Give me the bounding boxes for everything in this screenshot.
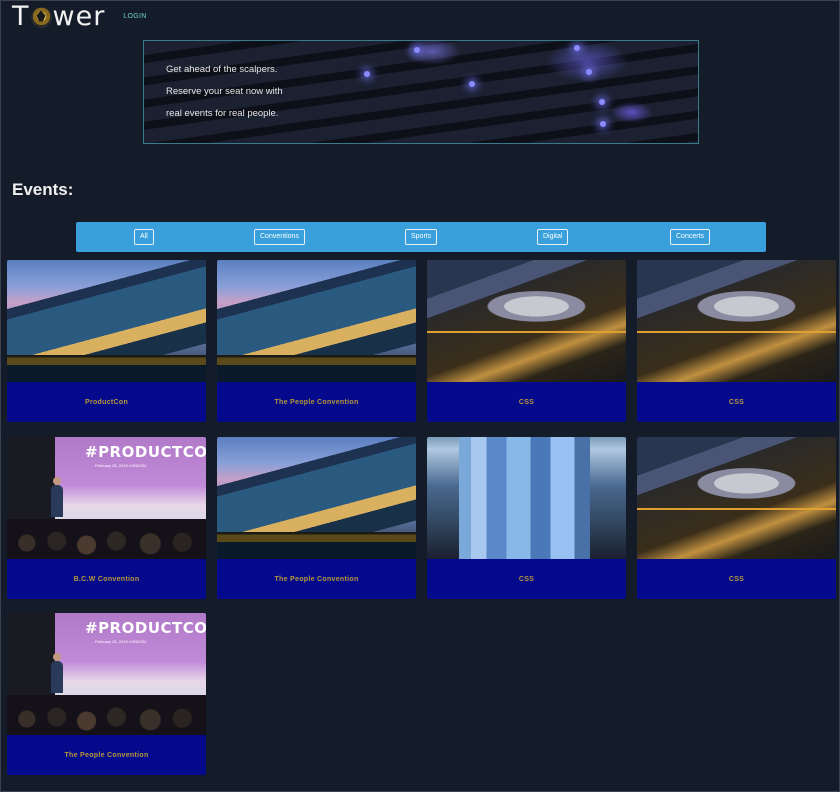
hero-line-3: real events for real people. xyxy=(166,108,279,119)
filter-digital-button[interactable]: Digital xyxy=(537,229,569,245)
hero-line-2: Reserve your seat now with xyxy=(166,86,283,97)
event-card[interactable]: ProductCon xyxy=(7,260,206,422)
stadium-image xyxy=(7,260,206,382)
brand-suffix: wer xyxy=(52,0,106,32)
filter-all-button[interactable]: All xyxy=(134,229,154,245)
crowd xyxy=(7,695,206,735)
event-card[interactable]: The People Convention xyxy=(217,260,416,422)
event-card[interactable]: CSS xyxy=(427,437,626,599)
conference-banner-subtext: February 28, 2019 LONDON xyxy=(95,463,146,468)
tower-logo-icon xyxy=(30,6,52,28)
event-card[interactable]: #PRODUCTCON February 28, 2019 LONDON B.C… xyxy=(7,437,206,599)
conference-image: #PRODUCTCON February 28, 2019 LONDON xyxy=(7,613,206,735)
event-title: CSS xyxy=(728,398,745,406)
crowd xyxy=(7,519,206,559)
conference-banner-text: #PRODUCTCON xyxy=(85,443,206,461)
event-card[interactable]: The People Convention xyxy=(217,437,416,599)
login-link[interactable]: LOGIN xyxy=(123,13,146,20)
brand-prefix: T xyxy=(12,0,30,32)
arena-image xyxy=(637,260,836,382)
event-card[interactable]: CSS xyxy=(637,260,836,422)
event-title: B.C.W Convention xyxy=(73,575,140,583)
filter-sports-button[interactable]: Sports xyxy=(405,229,438,245)
event-card[interactable]: #PRODUCTCON February 28, 2019 LONDON The… xyxy=(7,613,206,775)
hero-line-1: Get ahead of the scalpers. xyxy=(166,64,278,75)
event-title: ProductCon xyxy=(84,398,129,406)
filter-concerts-button[interactable]: Concerts xyxy=(670,229,711,245)
event-title: The People Convention xyxy=(274,575,359,583)
event-title: CSS xyxy=(518,575,535,583)
hero-text: Get ahead of the scalpers. Reserve your … xyxy=(166,59,283,125)
events-heading: Events: xyxy=(12,180,74,199)
arena-image xyxy=(637,437,836,559)
event-title: The People Convention xyxy=(64,751,149,759)
glass-building-image xyxy=(427,437,626,559)
event-title: The People Convention xyxy=(274,398,359,406)
conference-image: #PRODUCTCON February 28, 2019 LONDON xyxy=(7,437,206,559)
brand-logo[interactable]: T wer xyxy=(12,1,105,32)
event-card[interactable]: CSS xyxy=(637,437,836,599)
filter-bar: All Conventions Sports Digital Concerts xyxy=(76,222,766,252)
stadium-image xyxy=(217,437,416,559)
arena-image xyxy=(427,260,626,382)
conference-banner-text: #PRODUCTCON xyxy=(85,619,206,637)
event-title: CSS xyxy=(728,575,745,583)
speaker-figure xyxy=(51,477,63,517)
event-title: CSS xyxy=(518,398,535,406)
event-card[interactable]: CSS xyxy=(427,260,626,422)
conference-banner-subtext: February 28, 2019 LONDON xyxy=(95,639,146,644)
stadium-image xyxy=(217,260,416,382)
navbar: T wer LOGIN xyxy=(12,1,147,32)
speaker-figure xyxy=(51,653,63,693)
filter-conventions-button[interactable]: Conventions xyxy=(254,229,305,245)
hero-banner: Get ahead of the scalpers. Reserve your … xyxy=(143,40,699,144)
